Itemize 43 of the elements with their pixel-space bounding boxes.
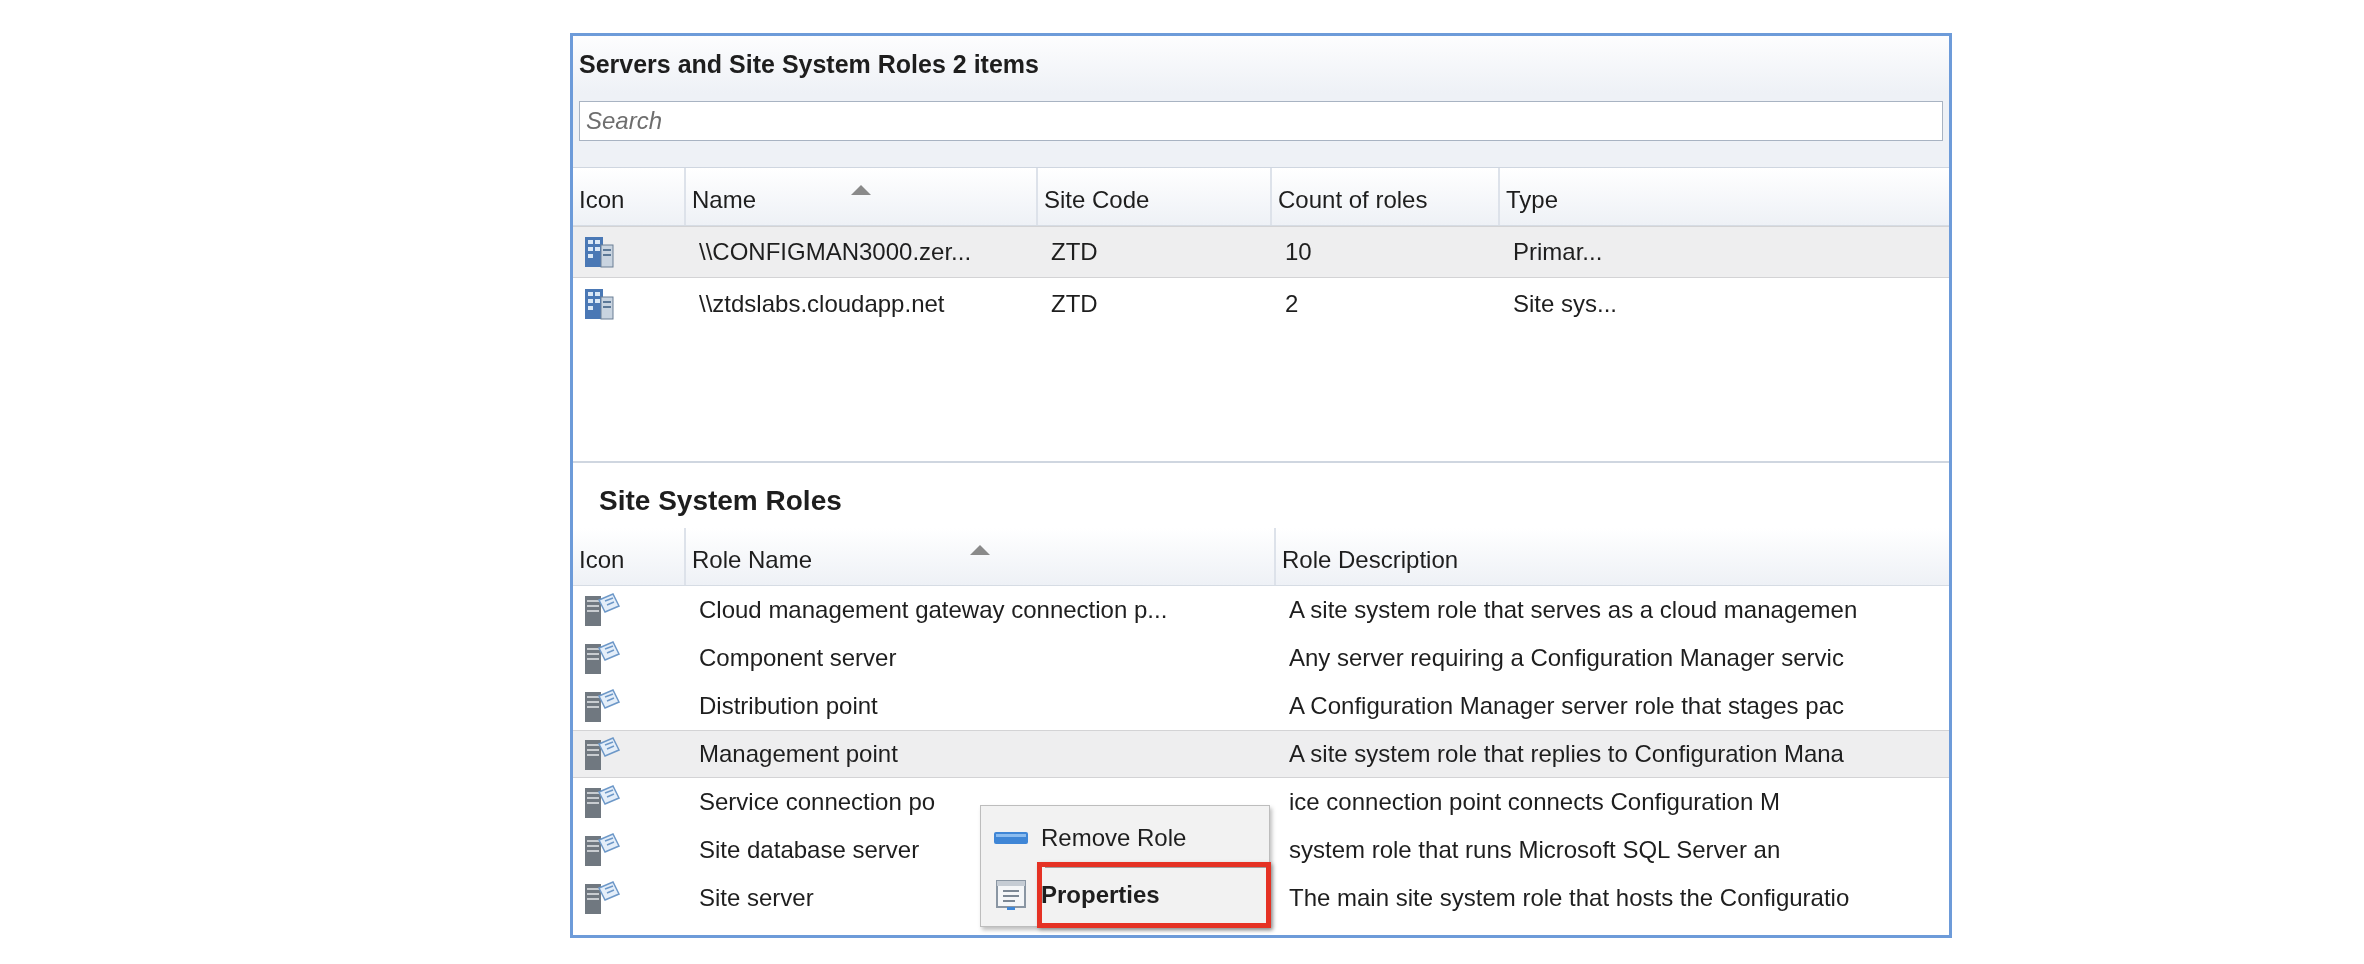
table-cell: Cloud management gateway connection p... [699,596,1168,623]
selected-row[interactable]: \\CONFIGMAN3000.zer... ZTD 10 Primar... [573,226,1949,278]
table-cell: Service connection po [699,788,936,815]
properties-icon [995,879,1027,911]
table-cell: Component server [699,644,897,671]
table-cell: A site system role that serves as a cloud managemen [1289,596,1858,623]
table-cell: The main site system role that hosts the Configuratio [1289,884,1850,911]
table-cell: Site database server [699,836,920,863]
column-header[interactable]: Icon [573,528,686,585]
table-cell: ZTD [1051,238,1098,265]
table-cell: Any server requiring a Configuration Manager servic [1289,644,1844,671]
search-field[interactable]: Search [579,101,1943,141]
table-cell: 2 [1285,290,1299,317]
menu-item[interactable]: Remove Role [1041,820,1187,856]
table-cell: A site system role that replies to Configuration Mana [1289,740,1844,767]
selected-row[interactable]: Management point A site system role that replies to Configuration Mana [573,730,1949,778]
server-role-icon [583,592,621,628]
server-icon [583,287,615,321]
column-header[interactable]: Role Name [686,528,1276,585]
table-cell: ZTD [1051,290,1098,317]
server-role-icon [583,832,621,868]
server-role-icon [583,736,621,772]
server-role-icon [583,688,621,724]
server-role-icon [583,880,621,916]
table-cell: \\ztdslabs.cloudapp.net [699,290,945,317]
table-cell: Primar... [1513,238,1603,265]
server-icon [583,235,615,269]
table-cell: \\CONFIGMAN3000.zer... [699,238,972,265]
table-cell: ice connection point connects Configuration M [1289,788,1780,815]
table-cell: Site server [699,884,814,911]
table-cell: Site sys... [1513,290,1618,317]
column-header[interactable]: Role Description [1276,528,1949,585]
table-cell: Management point [699,740,898,767]
section-title: Site System Roles [598,484,843,518]
menu-item[interactable]: Properties [1041,877,1160,913]
table-cell: system role that runs Microsoft SQL Server an [1289,836,1781,863]
column-header[interactable]: Type [1500,168,1640,225]
server-role-icon [583,784,621,820]
table-cell: 10 [1285,238,1312,265]
table-cell: Distribution point [699,692,878,719]
minus-bar-icon [993,831,1029,845]
server-role-icon [583,640,621,676]
table-cell: A Configuration Manager server role that stages pac [1289,692,1844,719]
